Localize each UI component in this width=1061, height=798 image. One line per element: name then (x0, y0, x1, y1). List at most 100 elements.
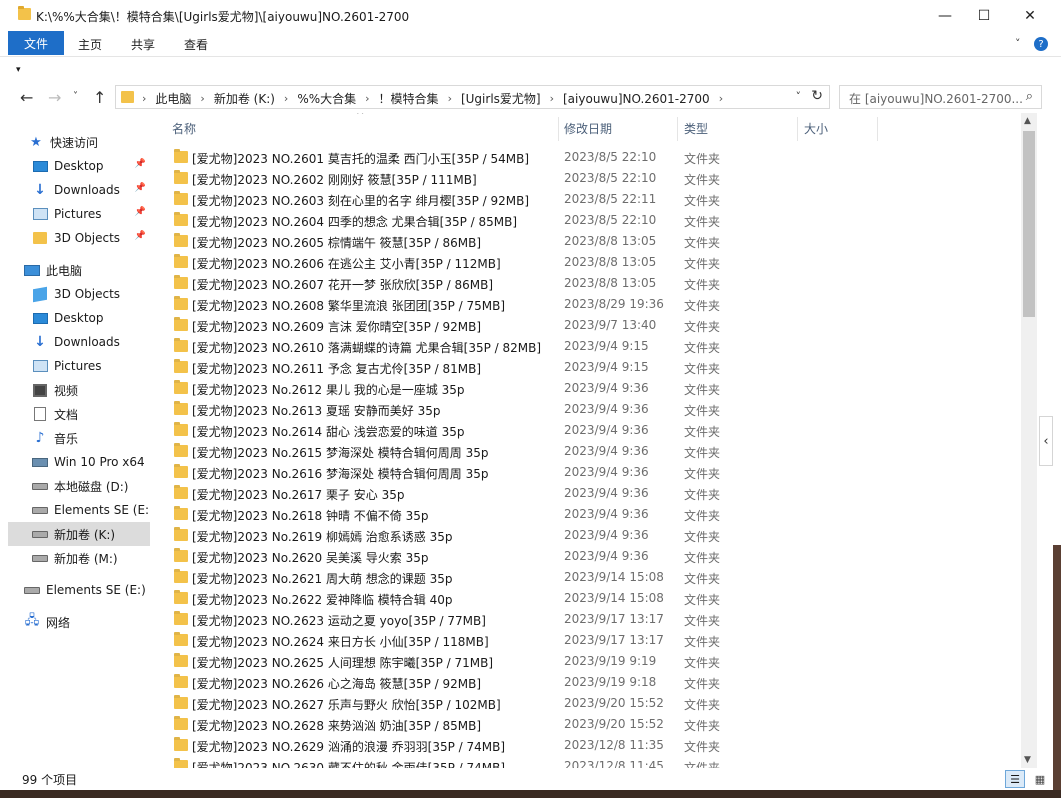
file-row[interactable]: [爱尤物]2023 NO.2604 四季的想念 尤果合辑[35P / 85MB]… (156, 210, 1021, 231)
chevron-right-icon[interactable]: › (550, 92, 554, 105)
file-row[interactable]: [爱尤物]2023 NO.2629 汹涌的浪漫 乔羽羽[35P / 74MB] 2… (156, 735, 1021, 756)
help-icon[interactable]: ? (1034, 37, 1048, 51)
file-row[interactable]: [爱尤物]2023 NO.2611 予念 复古尤伶[35P / 81MB] 202… (156, 357, 1021, 378)
close-button[interactable]: ✕ (1007, 0, 1053, 31)
file-row[interactable]: [爱尤物]2023 NO.2607 花开一梦 张欣欣[35P / 86MB] 20… (156, 273, 1021, 294)
chevron-right-icon[interactable]: › (200, 92, 204, 105)
expand-ribbon-icon[interactable]: ˅ (1015, 37, 1021, 50)
file-row[interactable]: [爱尤物]2023 No.2613 夏瑶 安静而美好 35p 2023/9/4 9… (156, 399, 1021, 420)
search-input[interactable]: 在 [aiyouwu]NO.2601-2700... ⌕ (839, 85, 1042, 109)
file-row[interactable]: [爱尤物]2023 NO.2605 棕情端午 筱慧[35P / 86MB] 202… (156, 231, 1021, 252)
column-divider[interactable] (797, 117, 798, 141)
sidebar-item-music[interactable]: ♪ 音乐 (32, 426, 150, 450)
file-row[interactable]: [爱尤物]2023 NO.2623 运动之夏 yoyo[35P / 77MB] 2… (156, 609, 1021, 630)
sidebar-item-pc-3d-objects[interactable]: 3D Objects (32, 282, 150, 306)
file-row[interactable]: [爱尤物]2023 NO.2628 来势汹汹 奶油[35P / 85MB] 202… (156, 714, 1021, 735)
pin-icon[interactable]: 📌 (135, 183, 146, 193)
chevron-right-icon[interactable]: › (284, 92, 288, 105)
file-row[interactable]: [爱尤物]2023 NO.2603 刻在心里的名字 绯月樱[35P / 92MB… (156, 189, 1021, 210)
crumb-this-pc[interactable]: 此电脑 (155, 90, 191, 107)
file-row[interactable]: [爱尤物]2023 No.2616 梦海深处 模特合辑何周周 35p 2023/9… (156, 462, 1021, 483)
sidebar-item-pc-desktop[interactable]: Desktop (32, 306, 150, 330)
up-button[interactable]: ↑ (93, 88, 106, 107)
column-header-name[interactable]: 名称 (172, 113, 196, 143)
file-row[interactable]: [爱尤物]2023 NO.2626 心之海岛 筱慧[35P / 92MB] 202… (156, 672, 1021, 693)
chevron-right-icon[interactable]: › (448, 92, 452, 105)
back-button[interactable]: ← (20, 88, 33, 107)
details-view-icon[interactable]: ☰ (1005, 770, 1025, 788)
file-row[interactable]: [爱尤物]2023 No.2622 爱神降临 模特合辑 40p 2023/9/14… (156, 588, 1021, 609)
sidebar-item-drive-e[interactable]: Elements SE (E: (32, 498, 150, 522)
chevron-right-icon[interactable]: › (365, 92, 369, 105)
file-row[interactable]: [爱尤物]2023 No.2621 周大萌 想念的课题 35p 2023/9/14… (156, 567, 1021, 588)
scroll-thumb[interactable] (1023, 131, 1035, 317)
address-bar[interactable]: › 此电脑 › 新加卷 (K:) › %%大合集 › ！模特合集 › [Ugir… (115, 85, 830, 109)
chevron-right-icon[interactable]: › (142, 92, 146, 105)
pin-icon[interactable]: 📌 (135, 159, 146, 169)
sidebar-item-downloads[interactable]: ↓ Downloads 📌 (32, 178, 150, 202)
forward-button[interactable]: → (48, 88, 61, 107)
sidebar-item-pc-downloads[interactable]: ↓ Downloads (32, 330, 150, 354)
file-row[interactable]: [爱尤物]2023 NO.2609 言沫 爱你晴空[35P / 92MB] 202… (156, 315, 1021, 336)
crumb-ugirls[interactable]: [Ugirls爱尤物] (461, 90, 541, 107)
sidebar-item-desktop[interactable]: Desktop 📌 (32, 154, 150, 178)
sidebar-item-drive-m[interactable]: 新加卷 (M:) (32, 546, 150, 570)
file-row[interactable]: [爱尤物]2023 NO.2608 繁华里流浪 张团团[35P / 75MB] 2… (156, 294, 1021, 315)
sidebar-item-this-pc[interactable]: 此电脑 (24, 258, 166, 282)
sidebar-item-videos[interactable]: 视频 (32, 378, 150, 402)
column-header-type[interactable]: 类型 (684, 113, 708, 143)
chevron-right-icon[interactable]: › (719, 92, 723, 105)
sidebar-item-elements-drive[interactable]: Elements SE (E:) (24, 578, 150, 602)
recent-locations-icon[interactable]: ˅ (73, 91, 78, 102)
sidebar-item-pictures[interactable]: Pictures 📌 (32, 202, 150, 226)
file-row[interactable]: [爱尤物]2023 NO.2602 刚刚好 筱慧[35P / 111MB] 202… (156, 168, 1021, 189)
tab-view[interactable]: 查看 (184, 36, 208, 53)
file-row[interactable]: [爱尤物]2023 NO.2627 乐声与野火 欣怡[35P / 102MB] 2… (156, 693, 1021, 714)
column-divider[interactable] (877, 117, 878, 141)
sidebar-item-win10-drive[interactable]: Win 10 Pro x64 (32, 450, 150, 474)
maximize-button[interactable]: ☐ (961, 0, 1007, 31)
crumb-current-folder[interactable]: [aiyouwu]NO.2601-2700 (563, 92, 710, 106)
file-row[interactable]: [爱尤物]2023 No.2619 柳嫣嫣 治愈系诱惑 35p 2023/9/4 … (156, 525, 1021, 546)
file-row[interactable]: [爱尤物]2023 NO.2625 人间理想 陈宇曦[35P / 71MB] 20… (156, 651, 1021, 672)
refresh-icon[interactable]: ↻ (811, 88, 823, 104)
address-dropdown-icon[interactable]: ˅ (796, 90, 802, 103)
sidebar-item-3d-objects[interactable]: 3D Objects 📌 (32, 226, 150, 250)
search-icon[interactable]: ⌕ (1026, 89, 1033, 104)
crumb-drive-k[interactable]: 新加卷 (K:) (214, 90, 275, 107)
file-row[interactable]: [爱尤物]2023 No.2620 吴美溪 导火索 35p 2023/9/4 9:… (156, 546, 1021, 567)
vertical-scrollbar[interactable]: ▲ ▼ (1021, 113, 1037, 768)
file-row[interactable]: [爱尤物]2023 NO.2630 藏不住的秋 金雨佳[35P / 74MB] 2… (156, 756, 1021, 768)
sidebar-item-drive-d[interactable]: 本地磁盘 (D:) (32, 474, 150, 498)
customize-toolbar-icon[interactable]: ▾ (16, 65, 21, 75)
file-row[interactable]: [爱尤物]2023 NO.2606 在逃公主 艾小青[35P / 112MB] 2… (156, 252, 1021, 273)
crumb-collection[interactable]: %%大合集 (297, 90, 356, 107)
column-divider[interactable] (677, 117, 678, 141)
sidebar-item-quick-access[interactable]: ★ 快速访问 (28, 130, 170, 154)
file-row[interactable]: [爱尤物]2023 NO.2601 莫吉托的温柔 西门小玉[35P / 54MB… (156, 147, 1021, 168)
large-icons-view-icon[interactable]: ▦ (1030, 770, 1050, 788)
file-row[interactable]: [爱尤物]2023 No.2618 钟晴 不偏不倚 35p 2023/9/4 9:… (156, 504, 1021, 525)
sidebar-item-drive-k[interactable]: 新加卷 (K:) (8, 522, 150, 546)
file-row[interactable]: [爱尤物]2023 NO.2624 来日方长 小仙[35P / 118MB] 20… (156, 630, 1021, 651)
file-row[interactable]: [爱尤物]2023 No.2617 栗子 安心 35p 2023/9/4 9:36… (156, 483, 1021, 504)
sidebar-item-network[interactable]: 🖧 网络 (24, 610, 150, 634)
sidebar-item-documents[interactable]: 文档 (32, 402, 150, 426)
file-row[interactable]: [爱尤物]2023 NO.2610 落满蝴蝶的诗篇 尤果合辑[35P / 82M… (156, 336, 1021, 357)
tab-file[interactable]: 文件 (8, 31, 64, 55)
scroll-down-icon[interactable]: ▼ (1024, 755, 1031, 765)
column-divider[interactable] (558, 117, 559, 141)
pin-icon[interactable]: 📌 (135, 207, 146, 217)
crumb-model-collection[interactable]: ！模特合集 (379, 90, 439, 107)
file-row[interactable]: [爱尤物]2023 No.2614 甜心 浅尝恋爱的味道 35p 2023/9/4… (156, 420, 1021, 441)
tab-home[interactable]: 主页 (78, 36, 102, 53)
tab-share[interactable]: 共享 (131, 36, 155, 53)
column-header-size[interactable]: 大小 (804, 113, 828, 143)
file-row[interactable]: [爱尤物]2023 No.2612 果儿 我的心是一座城 35p 2023/9/4… (156, 378, 1021, 399)
column-header-date[interactable]: 修改日期 (564, 113, 612, 143)
file-row[interactable]: [爱尤物]2023 No.2615 梦海深处 模特合辑何周周 35p 2023/9… (156, 441, 1021, 462)
pin-icon[interactable]: 📌 (135, 231, 146, 241)
details-pane-toggle[interactable]: ‹ (1039, 416, 1053, 466)
scroll-up-icon[interactable]: ▲ (1024, 116, 1031, 126)
sidebar-item-pc-pictures[interactable]: Pictures (32, 354, 150, 378)
